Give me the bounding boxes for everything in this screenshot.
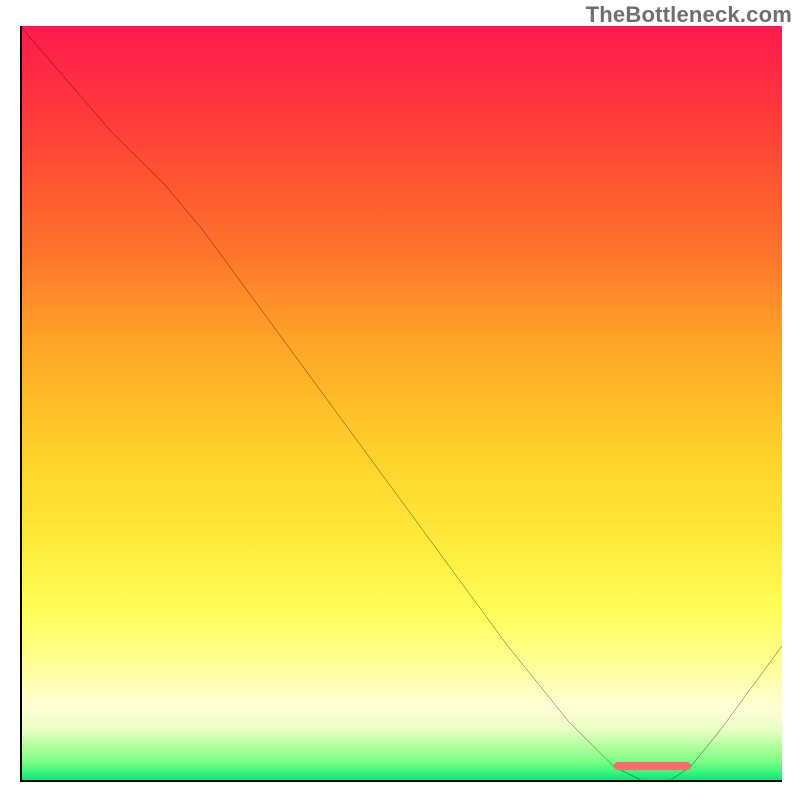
heatmap-gradient — [20, 26, 782, 782]
watermark-text: TheBottleneck.com — [586, 2, 792, 28]
chart-container: TheBottleneck.com — [0, 0, 800, 800]
optimal-range-marker — [614, 762, 690, 770]
y-axis — [20, 26, 22, 782]
x-axis — [20, 780, 782, 782]
